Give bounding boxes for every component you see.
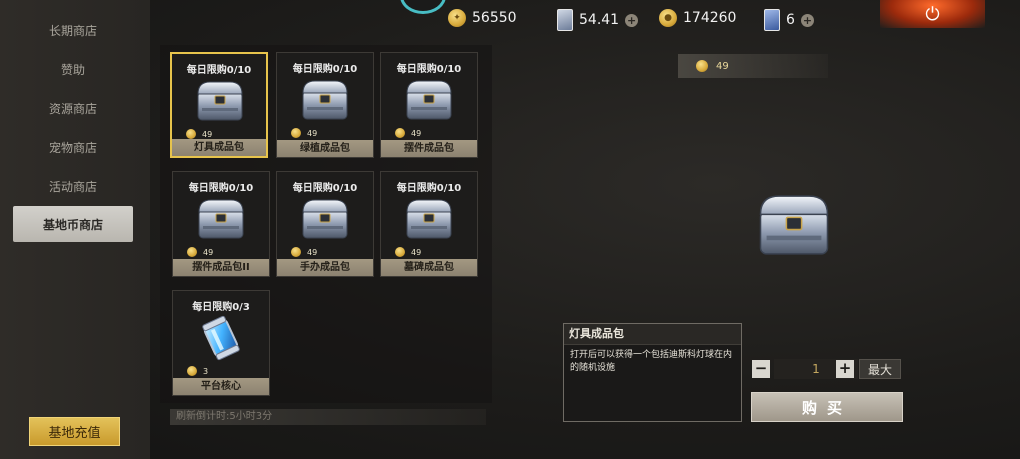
refresh-countdown: 刷新倒计时:5小时3分 [170, 409, 486, 425]
sidebar-item-event-shop[interactable]: 活动商店 [13, 168, 133, 204]
sidebar-item-base-coin-shop[interactable]: 基地币商店 [13, 206, 133, 242]
purchase-limit: 每日限购0/3 [192, 302, 250, 313]
silver-chest-icon [197, 81, 243, 121]
base-coin-icon [395, 247, 405, 257]
item-description-title: 灯具成品包 [564, 324, 741, 345]
silver-chest-icon [406, 199, 452, 239]
shop-item-tile[interactable]: 每日限购0/10 49 绿植成品包 [276, 52, 374, 158]
item-price-value: 49 [202, 129, 213, 139]
quantity-stepper: − 1 + 最大 [752, 359, 902, 381]
card-amount: 54.41 [579, 12, 620, 28]
base-coin-icon: ● [659, 9, 677, 27]
item-name: 摆件成品包II [173, 259, 269, 276]
sidebar-item-sponsor[interactable]: 赞助 [13, 51, 133, 87]
shop-category-sidebar: 长期商店 赞助 资源商店 宠物商店 活动商店 基地币商店 基地充值 [0, 0, 150, 459]
item-price-value: 49 [411, 128, 422, 138]
silver-chest-icon [198, 199, 244, 239]
base-coin-icon [187, 247, 197, 257]
shop-item-tile[interactable]: 每日限购0/10 49 摆件成品包II [172, 171, 270, 277]
selected-item-price: 49 [678, 54, 828, 78]
silver-chest-icon [302, 199, 348, 239]
ticket-counter: 6 + [764, 9, 814, 31]
sidebar-item-label: 长期商店 [48, 23, 97, 38]
item-price-value: 49 [307, 247, 318, 257]
shop-item-tile[interactable]: 每日限购0/3 3 平台核心 [172, 290, 270, 396]
card-icon [557, 9, 573, 31]
base-coin-icon [696, 60, 708, 72]
base-coin-icon [291, 247, 301, 257]
item-price-value: 49 [411, 247, 422, 257]
base-coin-icon [395, 128, 405, 138]
base-coin-icon [291, 128, 301, 138]
silver-chest-icon [406, 80, 452, 120]
item-price-value: 49 [203, 247, 214, 257]
increase-quantity-button[interactable]: + [836, 360, 854, 378]
item-price: 49 [187, 247, 213, 257]
base-coin-icon [186, 129, 196, 139]
item-price-value: 3 [203, 366, 209, 376]
add-card-button[interactable]: + [625, 13, 639, 27]
sidebar-item-long-term-shop[interactable]: 长期商店 [13, 12, 133, 48]
shop-item-tile[interactable]: 每日限购0/10 49 手办成品包 [276, 171, 374, 277]
buy-button[interactable]: 购买 [751, 392, 903, 422]
ticket-icon [764, 9, 780, 31]
item-name: 平台核心 [173, 378, 269, 395]
item-price: 49 [291, 128, 317, 138]
sidebar-item-pet-shop[interactable]: 宠物商店 [13, 129, 133, 165]
shop-item-tile[interactable]: 每日限购0/10 49 墓碑成品包 [380, 171, 478, 277]
card-counter: 54.41 + [557, 9, 639, 31]
sidebar-item-label: 资源商店 [48, 101, 97, 116]
purchase-limit: 每日限购0/10 [292, 183, 358, 194]
purchase-limit: 每日限购0/10 [188, 183, 254, 194]
selected-item-price-value: 49 [716, 60, 729, 72]
item-price-value: 49 [307, 128, 318, 138]
item-price: 3 [187, 366, 208, 376]
item-price: 49 [291, 247, 317, 257]
purchase-limit: 每日限购0/10 [292, 64, 358, 75]
item-name: 绿植成品包 [277, 140, 373, 157]
sidebar-item-label: 基地币商店 [42, 217, 103, 232]
silver-chest-icon [759, 195, 829, 255]
add-ticket-button[interactable]: + [800, 13, 814, 27]
power-button[interactable]: ⏻ [880, 0, 985, 28]
max-quantity-button[interactable]: 最大 [859, 359, 901, 379]
base-coin-amount: 174260 [683, 10, 737, 26]
item-description-panel: 灯具成品包 打开后可以获得一个包括迪斯科灯球在内的随机设施 [563, 323, 742, 422]
item-price: 49 [395, 247, 421, 257]
base-recharge-button[interactable]: 基地充值 [29, 417, 120, 446]
purchase-limit: 每日限购0/10 [186, 65, 252, 76]
item-name: 墓碑成品包 [381, 259, 477, 276]
shop-item-tile[interactable]: 每日限购0/10 49 摆件成品包 [380, 52, 478, 158]
decrease-quantity-button[interactable]: − [752, 360, 770, 378]
item-name: 灯具成品包 [172, 139, 266, 156]
item-name: 手办成品包 [277, 259, 373, 276]
sidebar-item-label: 活动商店 [48, 179, 97, 194]
sidebar-item-label: 赞助 [60, 62, 85, 77]
sidebar-item-label: 宠物商店 [48, 140, 97, 155]
gold-coin-icon: ✦ [448, 9, 466, 27]
item-price: 49 [395, 128, 421, 138]
sidebar-item-resource-shop[interactable]: 资源商店 [13, 90, 133, 126]
purchase-limit: 每日限购0/10 [396, 183, 462, 194]
power-icon: ⏻ [925, 3, 940, 25]
silver-chest-icon [302, 80, 348, 120]
item-description-text: 打开后可以获得一个包括迪斯科灯球在内的随机设施 [570, 350, 733, 373]
blue-core-icon [202, 315, 240, 361]
gold-coin-amount: 56550 [472, 10, 517, 26]
base-coin-icon [187, 366, 197, 376]
purchase-limit: 每日限购0/10 [396, 64, 462, 75]
ticket-amount: 6 [786, 12, 795, 28]
base-coin-counter: ● 174260 [659, 9, 736, 27]
item-name: 摆件成品包 [381, 140, 477, 157]
gold-coin-counter: ✦ 56550 [448, 9, 517, 27]
shop-item-tile[interactable]: 每日限购0/10 49 灯具成品包 [170, 52, 268, 158]
item-price: 49 [186, 129, 212, 139]
